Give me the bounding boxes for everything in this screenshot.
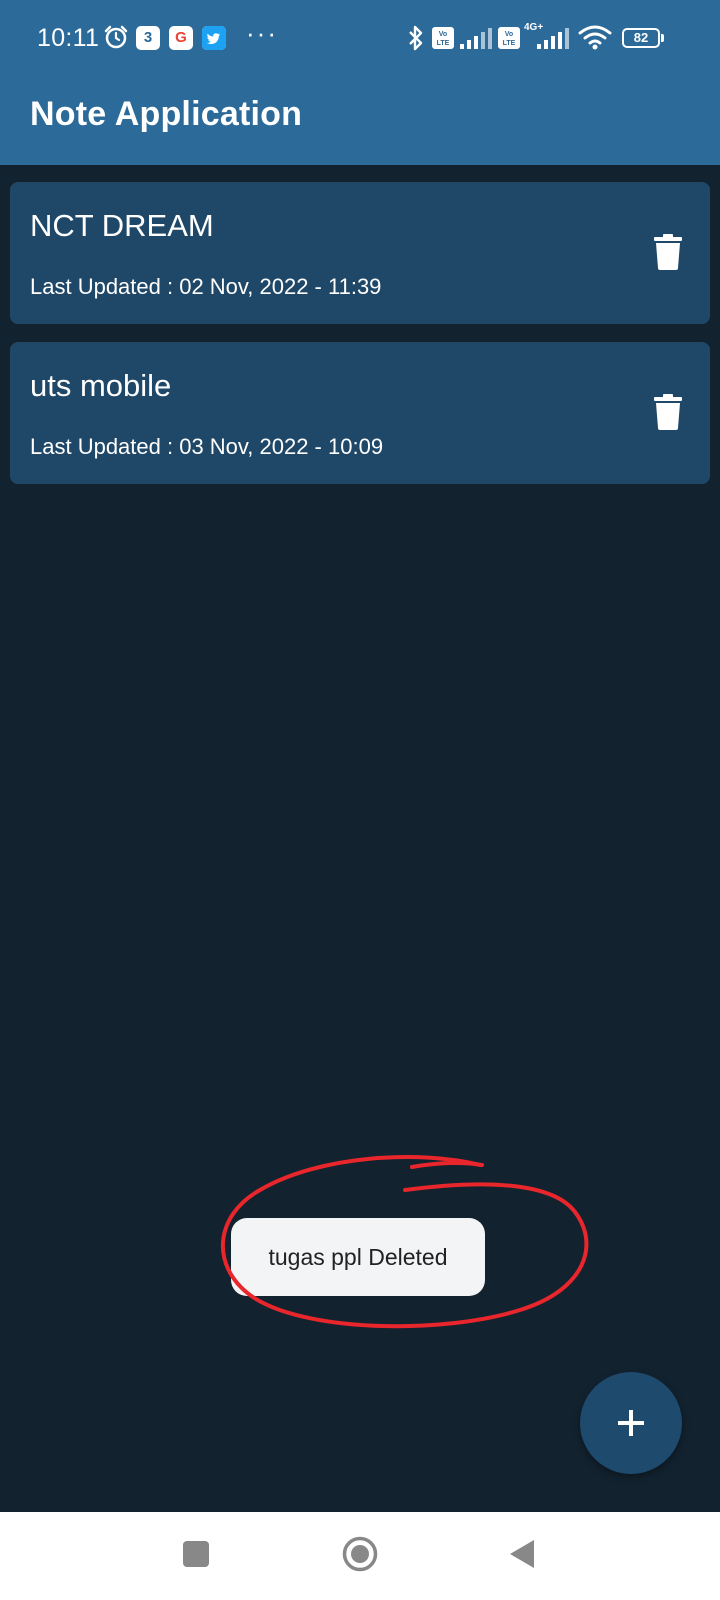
note-card[interactable]: NCT DREAM Last Updated : 02 Nov, 2022 - … [10, 182, 710, 324]
volte-icon-1: Vo LTE [432, 27, 454, 49]
back-icon[interactable] [508, 1538, 536, 1570]
note-last-updated: Last Updated : 02 Nov, 2022 - 11:39 [30, 274, 382, 299]
calendar-icon: 3 [136, 26, 160, 50]
alarm-icon [104, 25, 128, 49]
app-bar: 10:11 3 G ··· Vo LTE Vo LTE 4G+ 82 Note … [0, 0, 720, 165]
google-badge-text: G [175, 29, 187, 46]
battery-tip [661, 34, 664, 42]
delete-icon[interactable] [654, 394, 682, 430]
app-title: Note Application [30, 95, 303, 133]
battery-level: 82 [633, 30, 649, 45]
note-title: NCT DREAM [30, 208, 214, 243]
battery-icon: 82 [622, 28, 660, 48]
calendar-badge-text: 3 [143, 29, 153, 46]
toast-message: tugas ppl Deleted [231, 1218, 485, 1296]
note-card[interactable]: uts mobile Last Updated : 03 Nov, 2022 -… [10, 342, 710, 484]
notes-list: NCT DREAM Last Updated : 02 Nov, 2022 - … [10, 182, 710, 502]
delete-icon[interactable] [654, 234, 682, 270]
twitter-bird-icon [202, 26, 226, 50]
app-screen: 10:11 3 G ··· Vo LTE Vo LTE 4G+ 82 Note … [0, 0, 720, 1600]
twitter-icon [202, 26, 226, 50]
bluetooth-icon [409, 25, 423, 51]
recent-apps-icon[interactable] [182, 1540, 210, 1568]
signal-icon-2 [537, 28, 569, 49]
plus-icon [618, 1410, 644, 1436]
status-time: 10:11 [37, 24, 100, 52]
wifi-icon [578, 25, 612, 50]
note-title: uts mobile [30, 368, 172, 403]
volte-icon-2: Vo LTE [498, 27, 520, 49]
more-notifications-icon: ··· [246, 18, 278, 48]
google-icon: G [169, 26, 193, 50]
add-note-button[interactable] [580, 1372, 682, 1474]
navigation-bar [0, 1512, 720, 1600]
status-bar: 10:11 3 G ··· Vo LTE Vo LTE 4G+ 82 [0, 0, 720, 78]
note-last-updated: Last Updated : 03 Nov, 2022 - 10:09 [30, 434, 384, 459]
home-icon[interactable] [342, 1536, 378, 1572]
signal-icon [460, 28, 492, 49]
